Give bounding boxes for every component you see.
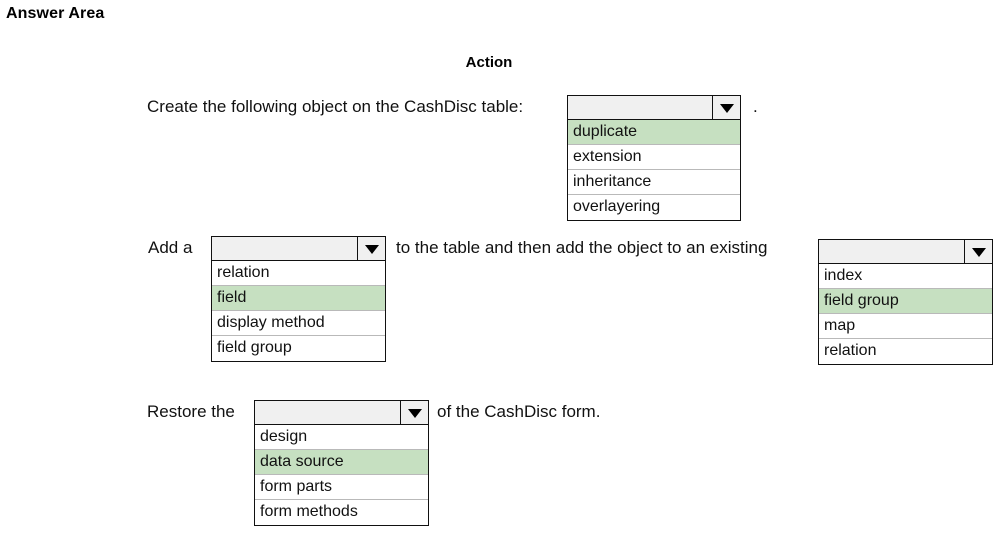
option-item[interactable]: map	[819, 314, 992, 339]
dropdown-restore-target-value[interactable]	[255, 401, 400, 424]
option-item[interactable]: overlayering	[568, 195, 740, 220]
row1-label-before: Create the following object on the CashD…	[147, 97, 524, 116]
dropdown-existing-object-value[interactable]	[819, 240, 964, 263]
dropdown-object-type-closed-box[interactable]	[567, 95, 741, 120]
option-item[interactable]: index	[819, 264, 992, 289]
option-item[interactable]: data source	[255, 450, 428, 475]
dropdown-object-type-options[interactable]: duplicate extension inheritance overlaye…	[567, 120, 741, 221]
row3-label-after: of the CashDisc form.	[437, 402, 601, 421]
option-item[interactable]: inheritance	[568, 170, 740, 195]
row2-label-before: Add a	[148, 238, 193, 257]
dropdown-addition-type-closed-box[interactable]	[211, 236, 386, 261]
row3-label-before: Restore the	[147, 402, 235, 421]
option-item[interactable]: relation	[819, 339, 992, 364]
option-item[interactable]: field group	[212, 336, 385, 361]
dropdown-existing-object-closed-box[interactable]	[818, 239, 993, 264]
dropdown-existing-object[interactable]: index field group map relation	[818, 239, 993, 365]
dropdown-existing-object-options[interactable]: index field group map relation	[818, 264, 993, 365]
option-item[interactable]: duplicate	[568, 120, 740, 145]
option-item[interactable]: relation	[212, 261, 385, 286]
row2-label-middle: to the table and then add the object to …	[396, 238, 768, 257]
option-item[interactable]: field	[212, 286, 385, 311]
dropdown-addition-type[interactable]: relation field display method field grou…	[211, 236, 386, 362]
option-item[interactable]: display method	[212, 311, 385, 336]
dropdown-restore-target[interactable]: design data source form parts form metho…	[254, 400, 429, 526]
dropdown-addition-type-options[interactable]: relation field display method field grou…	[211, 261, 386, 362]
option-item[interactable]: extension	[568, 145, 740, 170]
dropdown-object-type[interactable]: duplicate extension inheritance overlaye…	[567, 95, 741, 221]
dropdown-object-type-value[interactable]	[568, 96, 712, 119]
row1-label-after: .	[753, 97, 758, 116]
option-item[interactable]: form methods	[255, 500, 428, 525]
dropdown-restore-target-closed-box[interactable]	[254, 400, 429, 425]
chevron-down-icon[interactable]	[357, 237, 385, 260]
chevron-down-icon[interactable]	[712, 96, 740, 119]
dropdown-addition-type-value[interactable]	[212, 237, 357, 260]
column-header-action: Action	[465, 54, 513, 71]
chevron-down-icon[interactable]	[964, 240, 992, 263]
dropdown-restore-target-options[interactable]: design data source form parts form metho…	[254, 425, 429, 526]
option-item[interactable]: field group	[819, 289, 992, 314]
page-title: Answer Area	[6, 5, 105, 22]
option-item[interactable]: form parts	[255, 475, 428, 500]
chevron-down-icon[interactable]	[400, 401, 428, 424]
option-item[interactable]: design	[255, 425, 428, 450]
